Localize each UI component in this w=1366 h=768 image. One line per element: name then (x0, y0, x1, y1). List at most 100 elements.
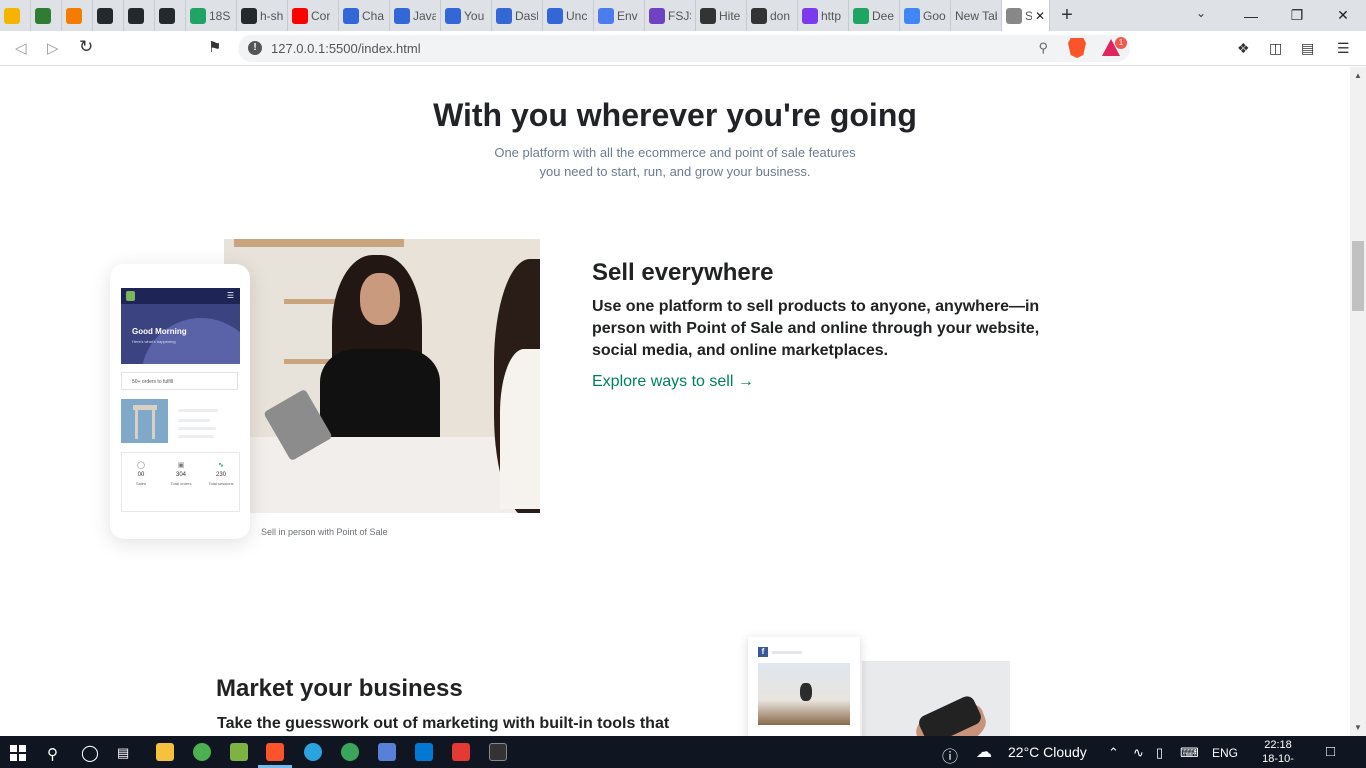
browser-tab[interactable] (31, 0, 62, 31)
tab-label: Unc (566, 8, 588, 23)
wallet-icon[interactable]: ▤ (1301, 40, 1314, 57)
virtualbox-icon[interactable] (378, 743, 396, 761)
browser-tab[interactable]: FSJS (645, 0, 696, 31)
browser-tab[interactable] (155, 0, 186, 31)
tab-label: Dee (872, 8, 895, 23)
terminal-icon[interactable] (489, 743, 507, 761)
tab-label: Goo (923, 8, 946, 23)
browser-tab[interactable]: You (441, 0, 492, 31)
browser-tab[interactable]: S✕ (1002, 0, 1050, 31)
help-icon[interactable]: ⓘ (942, 743, 958, 767)
stat-value: 304 (175, 472, 186, 478)
rewards-badge: 1 (1115, 37, 1127, 49)
phone-mockup: ☰ Good Morning Here's what's happening 5… (110, 264, 250, 539)
stat-value: 230 (215, 472, 226, 478)
browser-tab[interactable]: Hite (696, 0, 747, 31)
shopify-logo-icon (126, 291, 135, 301)
browser-tab[interactable]: 18S (186, 0, 237, 31)
language-indicator[interactable]: ENG (1212, 746, 1238, 760)
menu-icon[interactable]: ☰ (1337, 40, 1350, 57)
tab-label: Cha (362, 8, 385, 23)
hero-subtitle-line2: you need to start, run, and grow your bu… (539, 164, 811, 179)
tab-favicon-icon (66, 7, 82, 24)
extensions-icon[interactable]: ❖ (1237, 40, 1250, 57)
tray-chevron-icon[interactable]: ⌃ (1108, 745, 1119, 761)
weather-text[interactable]: 22°C Cloudy (1008, 744, 1087, 760)
close-window-icon[interactable]: ✕ (1320, 7, 1366, 24)
keyboard-icon[interactable]: ⌨ (1180, 745, 1199, 761)
url-text[interactable]: 127.0.0.1:5500/index.html (271, 41, 421, 56)
tab-favicon-icon (1006, 7, 1022, 24)
browser-tab[interactable]: Unc (543, 0, 594, 31)
close-tab-icon[interactable]: ✕ (1035, 9, 1045, 23)
tab-label: S (1025, 9, 1032, 23)
tab-favicon-icon (190, 7, 206, 24)
address-bar[interactable]: ! 127.0.0.1:5500/index.html ⚲ (238, 35, 1130, 62)
vpn-icon[interactable] (341, 743, 359, 761)
weather-icon[interactable]: ☁ (976, 742, 992, 762)
file-explorer-icon[interactable] (156, 743, 174, 761)
browser-tab[interactable]: Goo (900, 0, 951, 31)
point-of-sale-photo (224, 239, 540, 513)
tab-favicon-icon (751, 7, 767, 24)
facebook-icon: f (758, 647, 768, 657)
forward-icon[interactable]: ▷ (47, 39, 59, 57)
scrollbar-thumb[interactable] (1352, 241, 1364, 311)
wps-office-icon[interactable] (452, 743, 470, 761)
new-tab-button[interactable]: + (1050, 4, 1084, 27)
bookmark-icon[interactable]: ⚑ (208, 38, 221, 56)
browser-tab[interactable]: Java (390, 0, 441, 31)
zoom-icon[interactable]: ⚲ (1038, 40, 1048, 56)
cortana-icon[interactable]: ◯ (81, 743, 99, 763)
back-icon[interactable]: ◁ (15, 39, 27, 57)
explore-ways-to-sell-link[interactable]: Explore ways to sell → (592, 373, 754, 391)
clock[interactable]: 22:18 18-10-2022 (1250, 738, 1306, 768)
tabs: 18S h-sh Cor Cha Java You Dasl Unc Env FSJS Hite do… (0, 0, 1084, 31)
browser-tab[interactable]: Cha (339, 0, 390, 31)
post-image (758, 663, 850, 725)
vscode-icon[interactable] (415, 743, 433, 761)
browser-tab[interactable]: http (798, 0, 849, 31)
site-info-icon[interactable]: ! (248, 41, 262, 55)
browser-tab[interactable]: don (747, 0, 798, 31)
minimize-icon[interactable]: — (1228, 8, 1274, 24)
battery-icon[interactable]: ▯ (1156, 745, 1163, 761)
telegram-icon[interactable] (304, 743, 322, 761)
browser-tab[interactable]: Dasl (492, 0, 543, 31)
restore-icon[interactable]: ❐ (1274, 7, 1320, 24)
scroll-up-icon[interactable]: ▲ (1354, 71, 1362, 80)
phone-in-hand-photo (862, 661, 1010, 736)
notifications-icon[interactable]: □ (1326, 743, 1335, 760)
task-view-icon[interactable]: ▤ (117, 745, 129, 761)
sidebar-icon[interactable]: ◫ (1269, 40, 1282, 57)
browser-tab[interactable]: Env (594, 0, 645, 31)
stat-label: Total sessions (208, 481, 234, 486)
notepad-icon[interactable] (230, 743, 248, 761)
page-scrollbar[interactable]: ▲ ▼ (1350, 67, 1366, 736)
browser-tab[interactable] (93, 0, 124, 31)
toolbar: ◁ ▷ ↻ ⚑ ! 127.0.0.1:5500/index.html ⚲ 1 … (0, 31, 1366, 66)
tab-search-icon[interactable]: ⌄ (1196, 6, 1206, 20)
browser-tab[interactable] (124, 0, 155, 31)
stat-sales: ◯ 00 Sales (122, 461, 160, 486)
browser-tab[interactable]: New Tab (951, 0, 1002, 31)
tab-favicon-icon (547, 7, 563, 24)
scroll-down-icon[interactable]: ▼ (1354, 723, 1362, 732)
market-description: Take the guesswork out of marketing with… (217, 715, 670, 732)
phone-menu-icon: ☰ (226, 291, 234, 300)
tab-favicon-icon (853, 7, 869, 24)
browser-tab[interactable] (0, 0, 31, 31)
browser-tab[interactable]: h-sh (237, 0, 288, 31)
tab-favicon-icon (343, 7, 359, 24)
browser-tab[interactable] (62, 0, 93, 31)
brave-app-icon[interactable] (266, 743, 284, 761)
stat-label: Total orders (170, 481, 192, 486)
search-icon[interactable]: ⚲ (47, 745, 58, 763)
browser-tab[interactable]: Cor (288, 0, 339, 31)
chrome-icon[interactable] (193, 743, 211, 761)
sell-description: Use one platform to sell products to any… (592, 298, 1040, 359)
wifi-icon[interactable]: ∿ (1133, 745, 1144, 761)
windows-start-icon[interactable] (10, 745, 26, 761)
reload-icon[interactable]: ↻ (79, 37, 93, 57)
browser-tab[interactable]: Dee (849, 0, 900, 31)
